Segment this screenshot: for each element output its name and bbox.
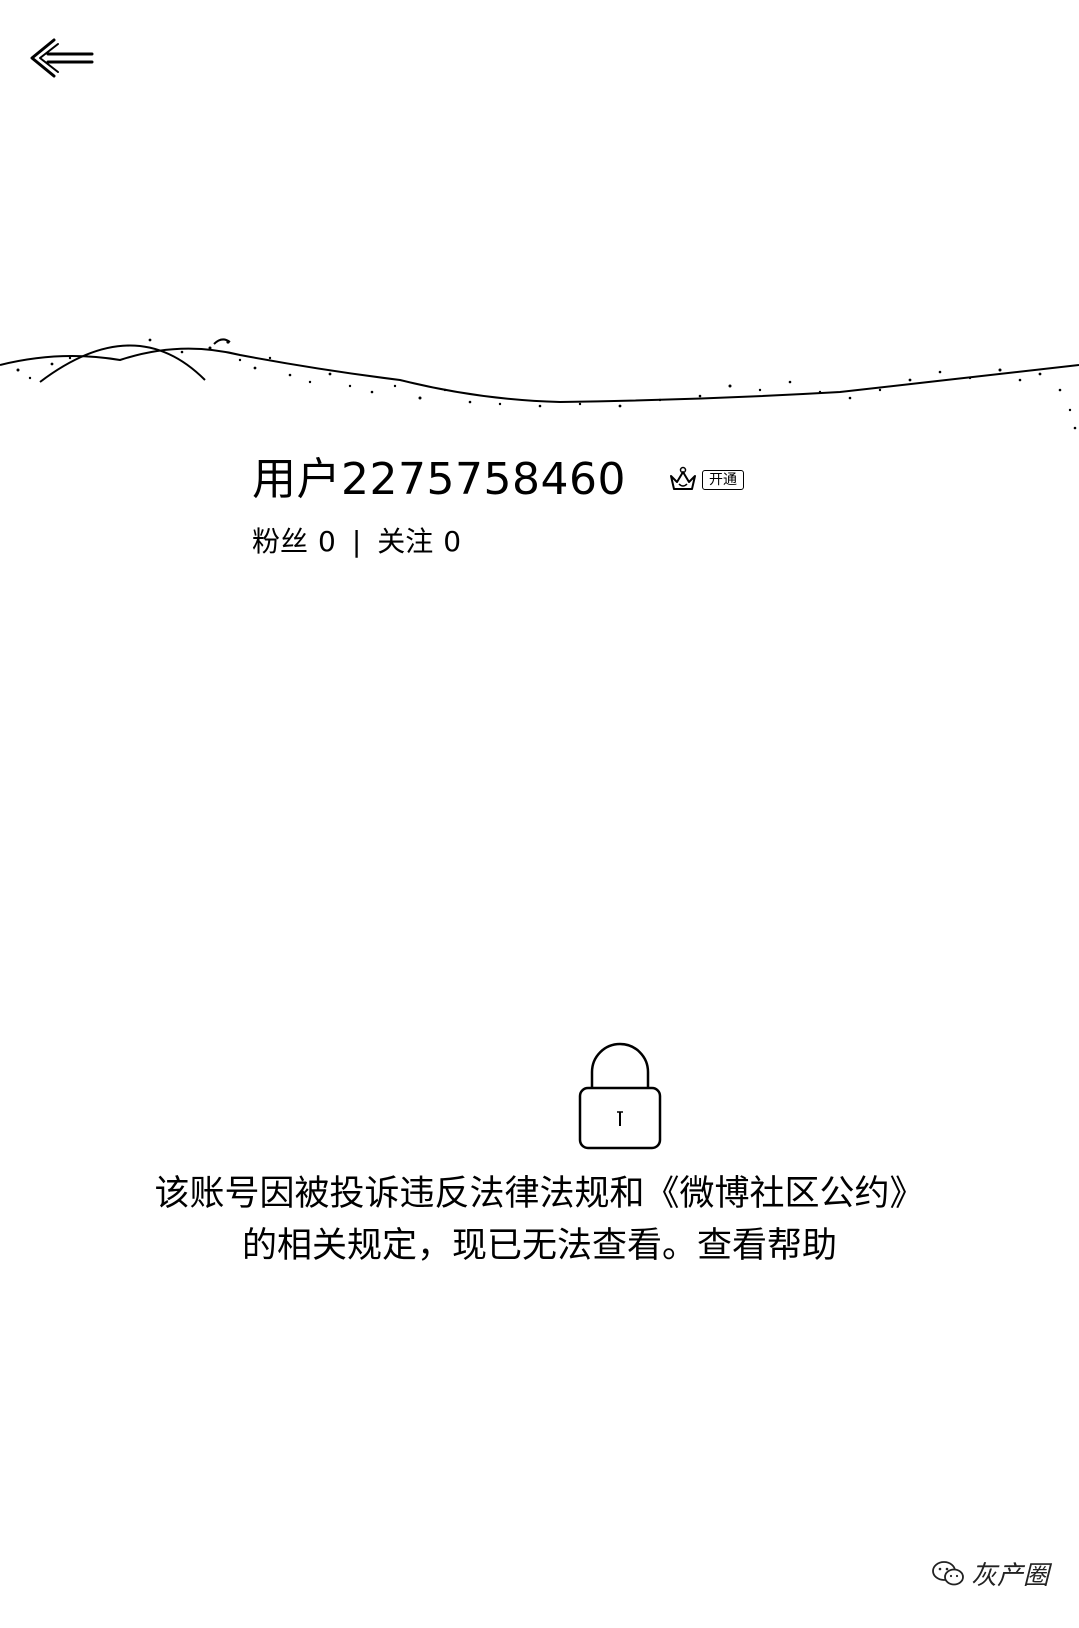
following-label: 关注 <box>377 525 434 558</box>
following-stat[interactable]: 关注 0 <box>377 522 461 562</box>
stats-row: 粉丝 0 | 关注 0 <box>252 522 744 562</box>
notice-line-2: 的相关规定，现已无法查看。查看帮助 <box>0 1220 1079 1272</box>
back-button[interactable] <box>26 30 96 90</box>
view-help-link[interactable]: 查看帮助 <box>697 1226 837 1266</box>
username: 用户2275758460 <box>252 454 626 505</box>
profile-info: 用户2275758460 开通 粉丝 0 | 关注 0 <box>252 448 744 562</box>
lock-icon <box>578 1042 662 1150</box>
notice-line-1: 该账号因被投诉违反法律法规和《微博社区公约》 <box>154 1174 925 1214</box>
watermark: 灰产圈 <box>931 1555 1049 1592</box>
account-banned-notice: 该账号因被投诉违反法律法规和《微博社区公约》 的相关规定，现已无法查看。查看帮助 <box>0 1168 1079 1272</box>
notice-line-2-text: 的相关规定，现已无法查看。 <box>241 1226 697 1266</box>
vip-crown-icon <box>669 466 696 490</box>
vip-open-label: 开通 <box>701 470 744 490</box>
vip-open-button[interactable]: 开通 <box>666 466 744 494</box>
header-landscape-image <box>0 338 1079 430</box>
username-row: 用户2275758460 开通 <box>252 448 744 512</box>
fans-count: 0 <box>318 525 336 558</box>
back-arrow-icon <box>30 38 94 78</box>
watermark-text: 灰产圈 <box>970 1561 1049 1591</box>
stats-separator: | <box>351 525 362 558</box>
fans-label: 粉丝 <box>252 525 309 558</box>
following-count: 0 <box>443 525 462 558</box>
fans-stat[interactable]: 粉丝 0 <box>252 522 336 562</box>
wechat-icon <box>932 1560 964 1585</box>
